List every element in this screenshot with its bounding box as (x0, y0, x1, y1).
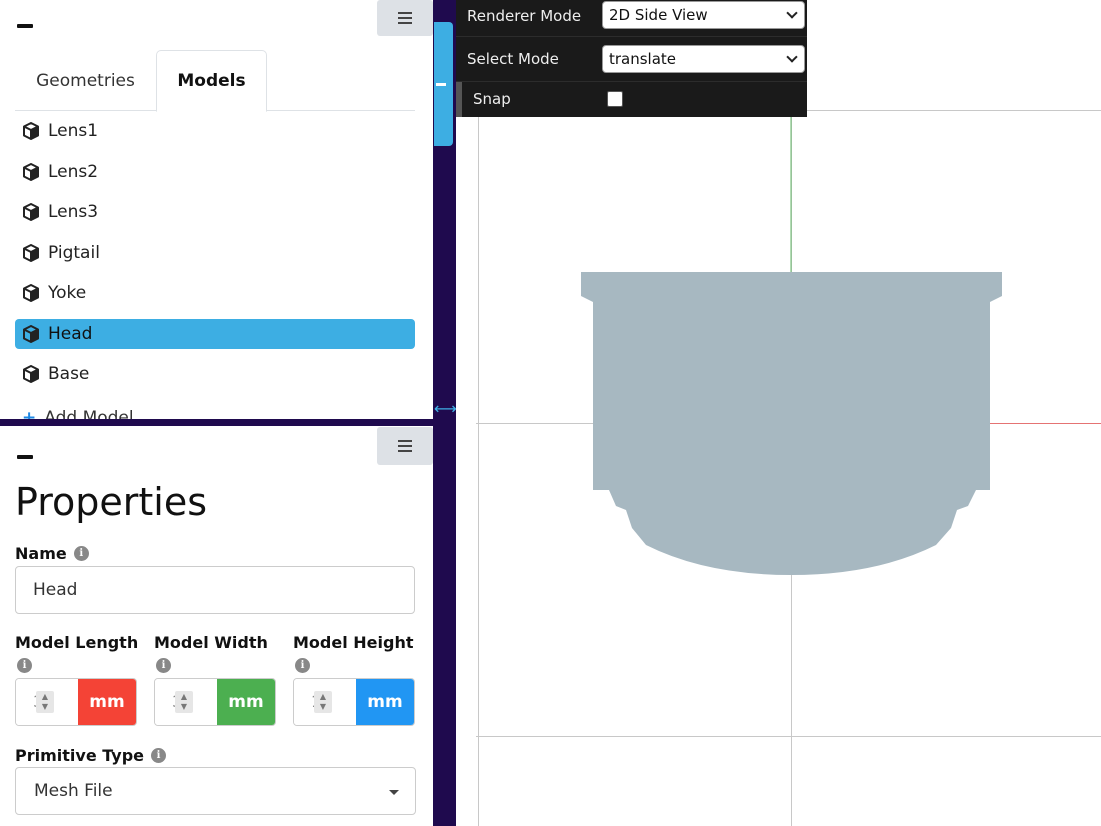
plus-icon: + (22, 408, 37, 419)
stepper-icon[interactable]: ▲ ▼ (175, 691, 193, 713)
model-length-text: Model Length (15, 633, 139, 652)
select-mode-label: Select Mode (467, 50, 559, 68)
snap-label: Snap (473, 90, 511, 108)
model-width-input-group: 3 ▲▼ mm (154, 678, 276, 726)
model-label: Pigtail (48, 242, 100, 263)
name-label-text: Name (15, 544, 67, 563)
model-label: Head (48, 323, 93, 344)
chevron-down-icon (786, 51, 798, 63)
model-height-text: Model Height (293, 633, 414, 652)
model-width-input[interactable]: 3 ▲▼ (155, 679, 217, 725)
info-icon[interactable]: i (156, 658, 171, 673)
model-label: Lens3 (48, 202, 99, 222)
model-list: Lens1 Lens2 Lens3 Pigtail Yoke Head Base (15, 116, 415, 400)
select-mode-value: translate (609, 50, 677, 68)
minimize-icon[interactable] (17, 24, 33, 28)
list-item-lens2[interactable]: Lens2 (15, 157, 415, 187)
minimize-icon[interactable] (17, 455, 33, 459)
renderer-mode-row: Renderer Mode 2D Side View (456, 0, 807, 32)
stepper-icon[interactable]: ▲ ▼ (36, 691, 54, 713)
hamburger-icon (398, 12, 412, 24)
list-item-head[interactable]: Head (15, 318, 415, 349)
tab-models[interactable]: Models (156, 50, 267, 112)
cube-icon (23, 284, 39, 302)
cube-icon (23, 203, 39, 221)
primitive-type-text: Primitive Type (15, 746, 144, 765)
cube-icon (23, 243, 39, 262)
list-item-base[interactable]: Base (15, 359, 415, 389)
chevron-down-icon (786, 7, 798, 19)
tab-geometries[interactable]: Geometries (15, 50, 156, 111)
renderer-mode-label: Renderer Mode (467, 7, 582, 25)
panel-tabs: Geometries Models (15, 50, 415, 112)
model-label: Lens2 (48, 161, 99, 182)
add-model-label: Add Model (44, 408, 134, 419)
model-height-label: Model Height i (293, 633, 414, 673)
model-height-input-group: 1 ▲▼ mm (293, 678, 415, 726)
model-length-input[interactable]: 3 ▲▼ (16, 679, 78, 725)
collapse-panel-tab[interactable] (434, 22, 453, 146)
info-icon[interactable]: i (295, 658, 310, 673)
list-item-lens1[interactable]: Lens1 (15, 116, 415, 146)
name-field[interactable]: Head (15, 566, 415, 614)
info-icon[interactable]: i (151, 748, 166, 763)
panel-menu-button[interactable] (377, 0, 433, 36)
snap-checkbox[interactable] (607, 91, 623, 107)
primitive-type-select[interactable]: Mesh File (15, 767, 416, 815)
renderer-mode-value: 2D Side View (609, 6, 708, 24)
model-length-input-group: 3 ▲▼ mm (15, 678, 137, 726)
unit-badge-length: mm (78, 679, 136, 725)
unit-badge-height: mm (356, 679, 414, 725)
model-canvas (581, 117, 1101, 575)
head-model-shape[interactable] (581, 272, 1002, 575)
model-label: Lens1 (48, 121, 99, 141)
hamburger-icon (398, 440, 412, 452)
models-panel: Geometries Models Lens1 Lens2 Lens3 Pigt… (0, 0, 433, 419)
page-title: Properties (15, 480, 208, 524)
resize-horizontal-icon[interactable]: ⟷ (434, 400, 457, 418)
info-icon[interactable]: i (73, 546, 89, 561)
model-width-text: Model Width (154, 633, 268, 652)
list-item-lens3[interactable]: Lens3 (15, 197, 415, 227)
model-height-input[interactable]: 1 ▲▼ (294, 679, 356, 725)
model-label: Base (48, 364, 90, 384)
cube-icon (23, 365, 39, 383)
panel-menu-button[interactable] (377, 427, 433, 465)
name-label: Name i (15, 544, 89, 563)
list-item-yoke[interactable]: Yoke (15, 278, 415, 308)
unit-badge-width: mm (217, 679, 275, 725)
model-length-label: Model Length i (15, 633, 138, 673)
info-icon[interactable]: i (17, 658, 32, 673)
divider (456, 36, 807, 37)
cube-icon (23, 162, 39, 181)
cube-icon (23, 122, 39, 140)
select-mode-select[interactable]: translate (602, 45, 805, 73)
list-item-pigtail[interactable]: Pigtail (15, 238, 415, 268)
properties-panel: Properties Name i Head Model Length i Mo… (0, 426, 433, 826)
primitive-type-label: Primitive Type i (15, 746, 166, 765)
select-mode-row: Select Mode translate (456, 43, 807, 75)
model-label: Yoke (48, 283, 87, 303)
model-width-label: Model Width i (154, 633, 268, 673)
minus-icon (436, 83, 446, 86)
add-model-button[interactable]: + Add Model (22, 408, 134, 419)
viewport-controls: Renderer Mode 2D Side View Select Mode t… (456, 0, 807, 117)
primitive-type-value: Mesh File (34, 781, 113, 801)
divider (456, 81, 807, 82)
cube-icon (23, 324, 39, 343)
renderer-mode-select[interactable]: 2D Side View (602, 1, 805, 29)
3d-viewport[interactable] (456, 0, 1101, 826)
stepper-icon[interactable]: ▲ ▼ (314, 691, 332, 713)
caret-down-icon (389, 790, 399, 795)
snap-indicator (456, 82, 462, 117)
